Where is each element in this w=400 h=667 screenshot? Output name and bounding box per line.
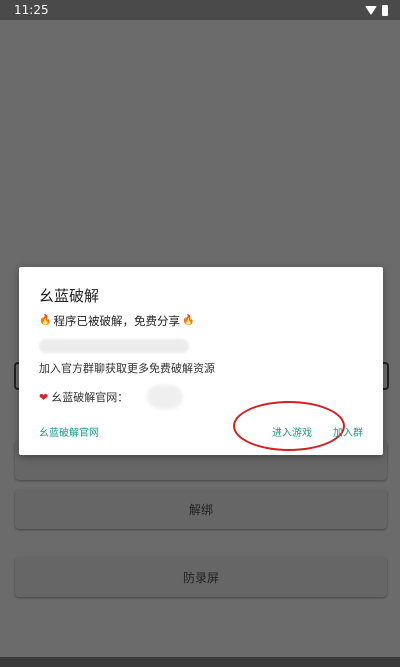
join-group-button[interactable]: 加入群 xyxy=(333,424,363,439)
fire-icon: 🔥 xyxy=(39,315,52,326)
unbind-button-label: 解绑 xyxy=(188,502,213,517)
dialog-subtitle-text: 程序已被破解，免费分享 xyxy=(53,314,180,328)
battery-icon xyxy=(382,4,388,16)
dialog-subtitle: 🔥 程序已被破解，免费分享 🔥 xyxy=(39,313,194,329)
unbind-button[interactable]: 解绑 xyxy=(15,489,387,529)
status-time: 11:25 xyxy=(14,3,49,17)
blurred-site-value xyxy=(147,385,183,409)
dialog-description: 加入官方群聊获取更多免费破解资源 xyxy=(39,362,215,375)
anti-record-button[interactable]: 防录屏 xyxy=(15,557,387,597)
fire-icon: 🔥 xyxy=(181,315,195,326)
dialog-title: 幺蓝破解 xyxy=(39,287,100,305)
status-icons xyxy=(365,4,388,16)
anti-record-button-label: 防录屏 xyxy=(182,570,219,585)
official-site-button[interactable]: 幺蓝破解官网 xyxy=(39,424,99,439)
bg-edge-right xyxy=(383,362,389,390)
enter-game-button[interactable]: 进入游戏 xyxy=(272,424,312,439)
site-row: ❤ 幺蓝破解官网： xyxy=(39,389,128,405)
heart-icon: ❤ xyxy=(39,390,49,404)
navigation-bar xyxy=(0,657,400,667)
site-label: 幺蓝破解官网： xyxy=(51,391,129,404)
status-bar: 11:25 xyxy=(0,0,400,20)
crack-dialog: 幺蓝破解 🔥 程序已被破解，免费分享 🔥 加入官方群聊获取更多免费破解资源 ❤ … xyxy=(19,267,383,455)
blurred-content xyxy=(39,339,189,353)
wifi-icon xyxy=(365,5,377,15)
